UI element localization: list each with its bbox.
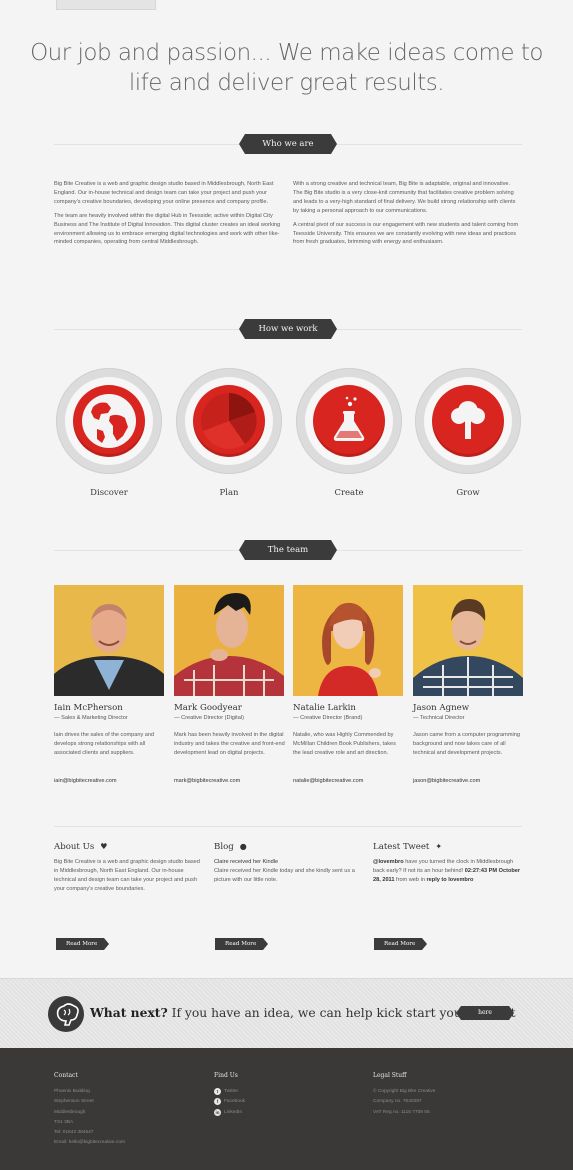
who-we-are-header: Who we are [54,134,522,154]
tweet-text: @lovembro have you turned the clock in M… [373,858,525,885]
about-column-right: With a strong creative and technical tea… [293,180,521,252]
footer-contact-details: Phoenix Building Stephenson Street Middl… [54,1087,125,1149]
footer-social-links: t Twitter f Facebook in LinkedIn [214,1087,245,1118]
footer-contact-line: Stephenson Street [54,1099,94,1105]
top-tab [56,0,156,10]
team-photo-jason [413,585,523,696]
hero-heading: Our job and passion... We make ideas com… [0,38,573,98]
about-paragraph: A central pivot of our success is our en… [293,221,519,246]
team-member-name: Iain McPherson [54,703,123,713]
team-member-bio: Iain drives the sales of the company and… [54,732,155,756]
globe-icon [82,394,136,448]
team-photo-natalie [293,585,403,696]
process-label-discover: Discover [90,488,128,498]
process-label-create: Create [334,488,364,498]
footer-find-us-title: Find Us [214,1072,238,1079]
linkedin-icon: in [214,1108,221,1116]
team-photo-iain [54,585,164,696]
latest-tweet-title: Latest Tweet ✦ [373,842,442,852]
about-paragraph: The team are heavily involved within the… [54,212,281,246]
team-member-bio: Mark has been heavily involved in the di… [174,732,285,756]
footer-contact-line: Tel: 01642 384547 [54,1130,94,1136]
twitter-link[interactable]: t Twitter [214,1087,245,1097]
footer-contact-line: TS1 3BA [54,1119,74,1125]
footer-contact-title: Contact [54,1072,78,1079]
speech-bubble-icon: ● [239,842,247,851]
about-us-title-text: About Us [54,842,95,852]
team-member-email-link[interactable]: iain@bigbitecreative.com [54,778,117,784]
tweet-from: from web in [394,877,427,883]
team-member-email-link[interactable]: mark@bigbitecreative.com [174,778,240,784]
plan-circle[interactable] [176,368,282,474]
team-member-role: — Technical Director [413,715,465,721]
who-we-are-ribbon: Who we are [239,134,337,154]
tweet-read-more-button[interactable]: Read More [374,938,427,950]
latest-tweet-title-text: Latest Tweet [373,842,430,852]
footer-legal-title: Legal Stuff [373,1072,407,1079]
tree-icon [451,401,485,439]
team-member-role: — Sales & Marketing Director [54,715,128,721]
team-member-bio: Natalie, who was Highly Commended by McM… [293,732,396,756]
flask-icon [333,396,365,441]
brain-logo-icon [48,996,84,1032]
team-photo-mark [174,585,284,696]
facebook-icon: f [214,1098,221,1106]
team-member-name: Jason Agnew [413,703,470,713]
team-member-role: — Creative Director (Brand) [293,715,363,721]
facebook-link[interactable]: f Facebook [214,1097,245,1107]
team-member-bio: Jason came from a computer programming b… [413,732,520,756]
team-header: The team [54,540,522,560]
footer-contact-line: Middlesbrough [54,1109,86,1115]
twitter-icon: t [214,1088,221,1095]
footer-legal-line: Company no. 7640397 [373,1099,422,1105]
footer-contact-email[interactable]: Email: hello@bigbitecreative.com [54,1138,125,1148]
blog-post-title[interactable]: Claire received her Kindle [214,858,364,867]
about-read-more-button[interactable]: Read More [56,938,109,950]
cta-here-button[interactable]: here [456,1006,514,1020]
twitter-link-label: Twitter [224,1089,239,1094]
team-member-email-link[interactable]: jason@bigbitecreative.com [413,778,480,784]
team-ribbon: The team [239,540,337,560]
blog-title-text: Blog [214,842,234,852]
linkedin-link[interactable]: in LinkedIn [214,1108,245,1118]
twitter-bird-icon: ✦ [435,842,443,851]
process-label-grow: Grow [456,488,480,498]
tweet-reply-link[interactable]: reply to lovembro [427,877,474,883]
pie-chart-icon [201,393,257,449]
about-paragraph: Big Bite Creative is a web and graphic d… [54,181,274,205]
heart-icon: ♥ [100,842,108,851]
cta-message: What next? If you have an idea, we can h… [90,1005,516,1020]
footer-legal-line: © Copyright Big Bite Creative [373,1089,436,1094]
footer-contact-line: Phoenix Building [54,1089,90,1094]
cta-strong: What next? [90,1005,168,1020]
linkedin-link-label: LinkedIn [224,1109,243,1115]
about-us-title: About Us ♥ [54,842,107,852]
grow-circle[interactable] [415,368,521,474]
facebook-link-label: Facebook [224,1099,246,1105]
team-member-email-link[interactable]: natalie@bigbitecreative.com [293,778,363,784]
hero-line-1: Our job and passion... We make ideas com… [30,40,543,66]
tweet-handle[interactable]: @lovembro [373,859,404,865]
how-we-work-ribbon: How we work [239,319,337,339]
how-we-work-header: How we work [54,319,522,339]
team-member-role: — Creative Director (Digital) [174,715,244,721]
discover-circle[interactable] [56,368,162,474]
hero-line-2: life and deliver great results. [128,70,445,96]
blog-title: Blog ● [214,842,247,852]
create-circle[interactable] [296,368,402,474]
blog-read-more-button[interactable]: Read More [215,938,268,950]
section-divider [54,826,522,827]
about-paragraph: With a strong creative and technical tea… [293,181,516,214]
process-label-plan: Plan [219,488,239,498]
team-member-name: Natalie Larkin [293,703,356,713]
blog-post-text: Claire received her Kindle today and she… [214,868,355,883]
about-column-left: Big Bite Creative is a web and graphic d… [54,180,282,252]
about-us-text: Big Bite Creative is a web and graphic d… [54,859,200,892]
team-member-name: Mark Goodyear [174,703,242,713]
footer-legal-line: VAT Reg no. 1115 7708 05 [373,1109,430,1115]
footer-legal-details: © Copyright Big Bite Creative Company no… [373,1087,435,1118]
blog-excerpt: Claire received her Kindle Claire receiv… [214,858,364,885]
